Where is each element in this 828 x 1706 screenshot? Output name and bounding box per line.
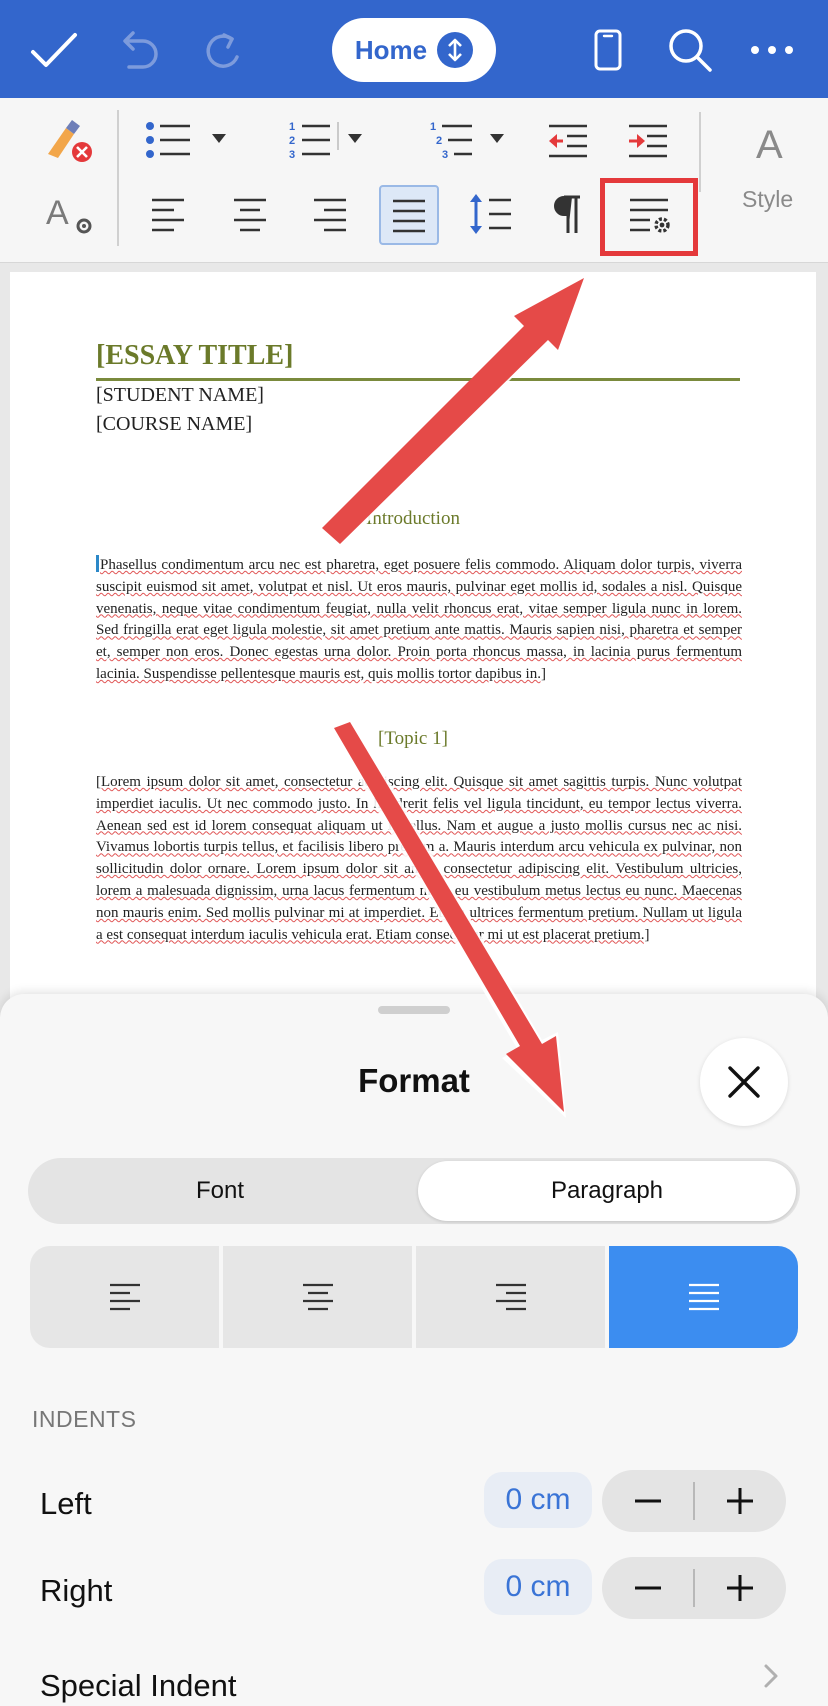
redo-icon[interactable] <box>192 22 248 78</box>
course-name[interactable]: [COURSE NAME] <box>96 413 252 436</box>
justify-button[interactable] <box>609 1246 798 1348</box>
more-options-icon[interactable] <box>744 22 800 78</box>
checkmark-icon[interactable] <box>26 22 82 78</box>
align-center-button[interactable] <box>223 1246 412 1348</box>
document-page[interactable]: [ESSAY TITLE] [STUDENT NAME] [COURSE NAM… <box>10 272 816 1012</box>
left-indent-decrement[interactable] <box>602 1470 694 1532</box>
format-sheet: Format Font Paragraph INDENTS Left 0 cm … <box>0 994 828 1706</box>
alignment-segmented-control <box>30 1246 798 1348</box>
svg-text:3: 3 <box>442 149 448 161</box>
right-indent-stepper <box>602 1557 786 1619</box>
plus-icon <box>727 1488 753 1514</box>
title-rule <box>96 378 740 381</box>
top-bar: Home <box>0 0 828 98</box>
special-indent-row[interactable]: Special Indent <box>40 1668 236 1704</box>
left-indent-increment[interactable] <box>694 1470 786 1532</box>
paragraph-introduction-text: Phasellus condimentum arcu nec est phare… <box>96 557 742 682</box>
home-tab-selector[interactable]: Home <box>332 18 496 82</box>
ribbon-separator <box>699 112 701 192</box>
justify-icon <box>688 1283 719 1311</box>
svg-text:1: 1 <box>430 121 436 133</box>
align-right-icon <box>495 1283 526 1311</box>
align-center-icon[interactable] <box>218 184 282 244</box>
left-indent-value[interactable]: 0 cm <box>484 1472 592 1528</box>
paragraph-marks-icon[interactable] <box>536 184 600 244</box>
svg-text:3: 3 <box>289 149 295 161</box>
mobile-view-icon[interactable] <box>580 22 636 78</box>
student-name[interactable]: [STUDENT NAME] <box>96 384 264 407</box>
style-a-icon[interactable]: A <box>740 112 804 172</box>
style-label[interactable]: Style <box>742 186 793 213</box>
decrease-indent-icon[interactable] <box>536 110 600 170</box>
search-icon[interactable] <box>662 22 718 78</box>
increase-indent-icon[interactable] <box>616 110 680 170</box>
align-right-button[interactable] <box>416 1246 605 1348</box>
paragraph-topic[interactable]: [Lorem ipsum dolor sit amet, consectetur… <box>96 772 742 946</box>
format-tabs: Font Paragraph <box>28 1158 800 1224</box>
right-indent-label: Right <box>40 1573 113 1608</box>
right-indent-value[interactable]: 0 cm <box>484 1559 592 1615</box>
align-center-icon <box>302 1283 333 1311</box>
plus-icon <box>727 1575 753 1601</box>
numbered-list-button[interactable]: 1 2 3 <box>284 110 384 170</box>
essay-title[interactable]: [ESSAY TITLE] <box>96 340 293 372</box>
svg-text:A: A <box>756 123 783 164</box>
multilevel-list-button[interactable]: 123 <box>424 110 524 170</box>
align-left-icon[interactable] <box>136 184 200 244</box>
highlight-box <box>600 178 698 256</box>
tab-font[interactable]: Font <box>32 1161 408 1221</box>
text-cursor <box>96 555 99 572</box>
svg-text:2: 2 <box>289 135 295 147</box>
svg-text:A: A <box>46 194 69 232</box>
close-icon <box>728 1066 760 1098</box>
svg-text:2: 2 <box>436 135 442 147</box>
text-style-settings-icon[interactable]: A <box>36 184 100 244</box>
tab-paragraph[interactable]: Paragraph <box>418 1161 796 1221</box>
heading-introduction[interactable]: Introduction <box>10 508 816 530</box>
right-indent-increment[interactable] <box>694 1557 786 1619</box>
left-indent-stepper <box>602 1470 786 1532</box>
paragraph-topic-text: [Lorem ipsum dolor sit amet, consectetur… <box>96 774 742 943</box>
close-button[interactable] <box>700 1038 788 1126</box>
home-label: Home <box>354 34 428 65</box>
chevron-right-icon <box>762 1662 780 1695</box>
right-indent-decrement[interactable] <box>602 1557 694 1619</box>
bullet-list-button[interactable] <box>140 110 240 170</box>
align-left-button[interactable] <box>30 1246 219 1348</box>
switch-arrows-icon <box>437 32 474 68</box>
sheet-grabber[interactable] <box>378 1006 450 1014</box>
clear-formatting-icon[interactable] <box>36 110 100 170</box>
left-indent-label: Left <box>40 1486 92 1521</box>
heading-topic[interactable]: [Topic 1] <box>10 728 816 750</box>
ribbon-separator <box>117 110 119 246</box>
undo-icon[interactable] <box>110 22 166 78</box>
justify-button-active[interactable] <box>379 185 439 245</box>
line-spacing-icon[interactable] <box>458 184 522 244</box>
align-left-icon <box>109 1283 140 1311</box>
indents-section-label: INDENTS <box>32 1406 137 1432</box>
minus-icon <box>635 1586 661 1590</box>
align-right-icon[interactable] <box>298 184 362 244</box>
minus-icon <box>635 1499 661 1503</box>
svg-text:1: 1 <box>289 121 295 133</box>
paragraph-introduction[interactable]: Phasellus condimentum arcu nec est phare… <box>96 555 742 686</box>
